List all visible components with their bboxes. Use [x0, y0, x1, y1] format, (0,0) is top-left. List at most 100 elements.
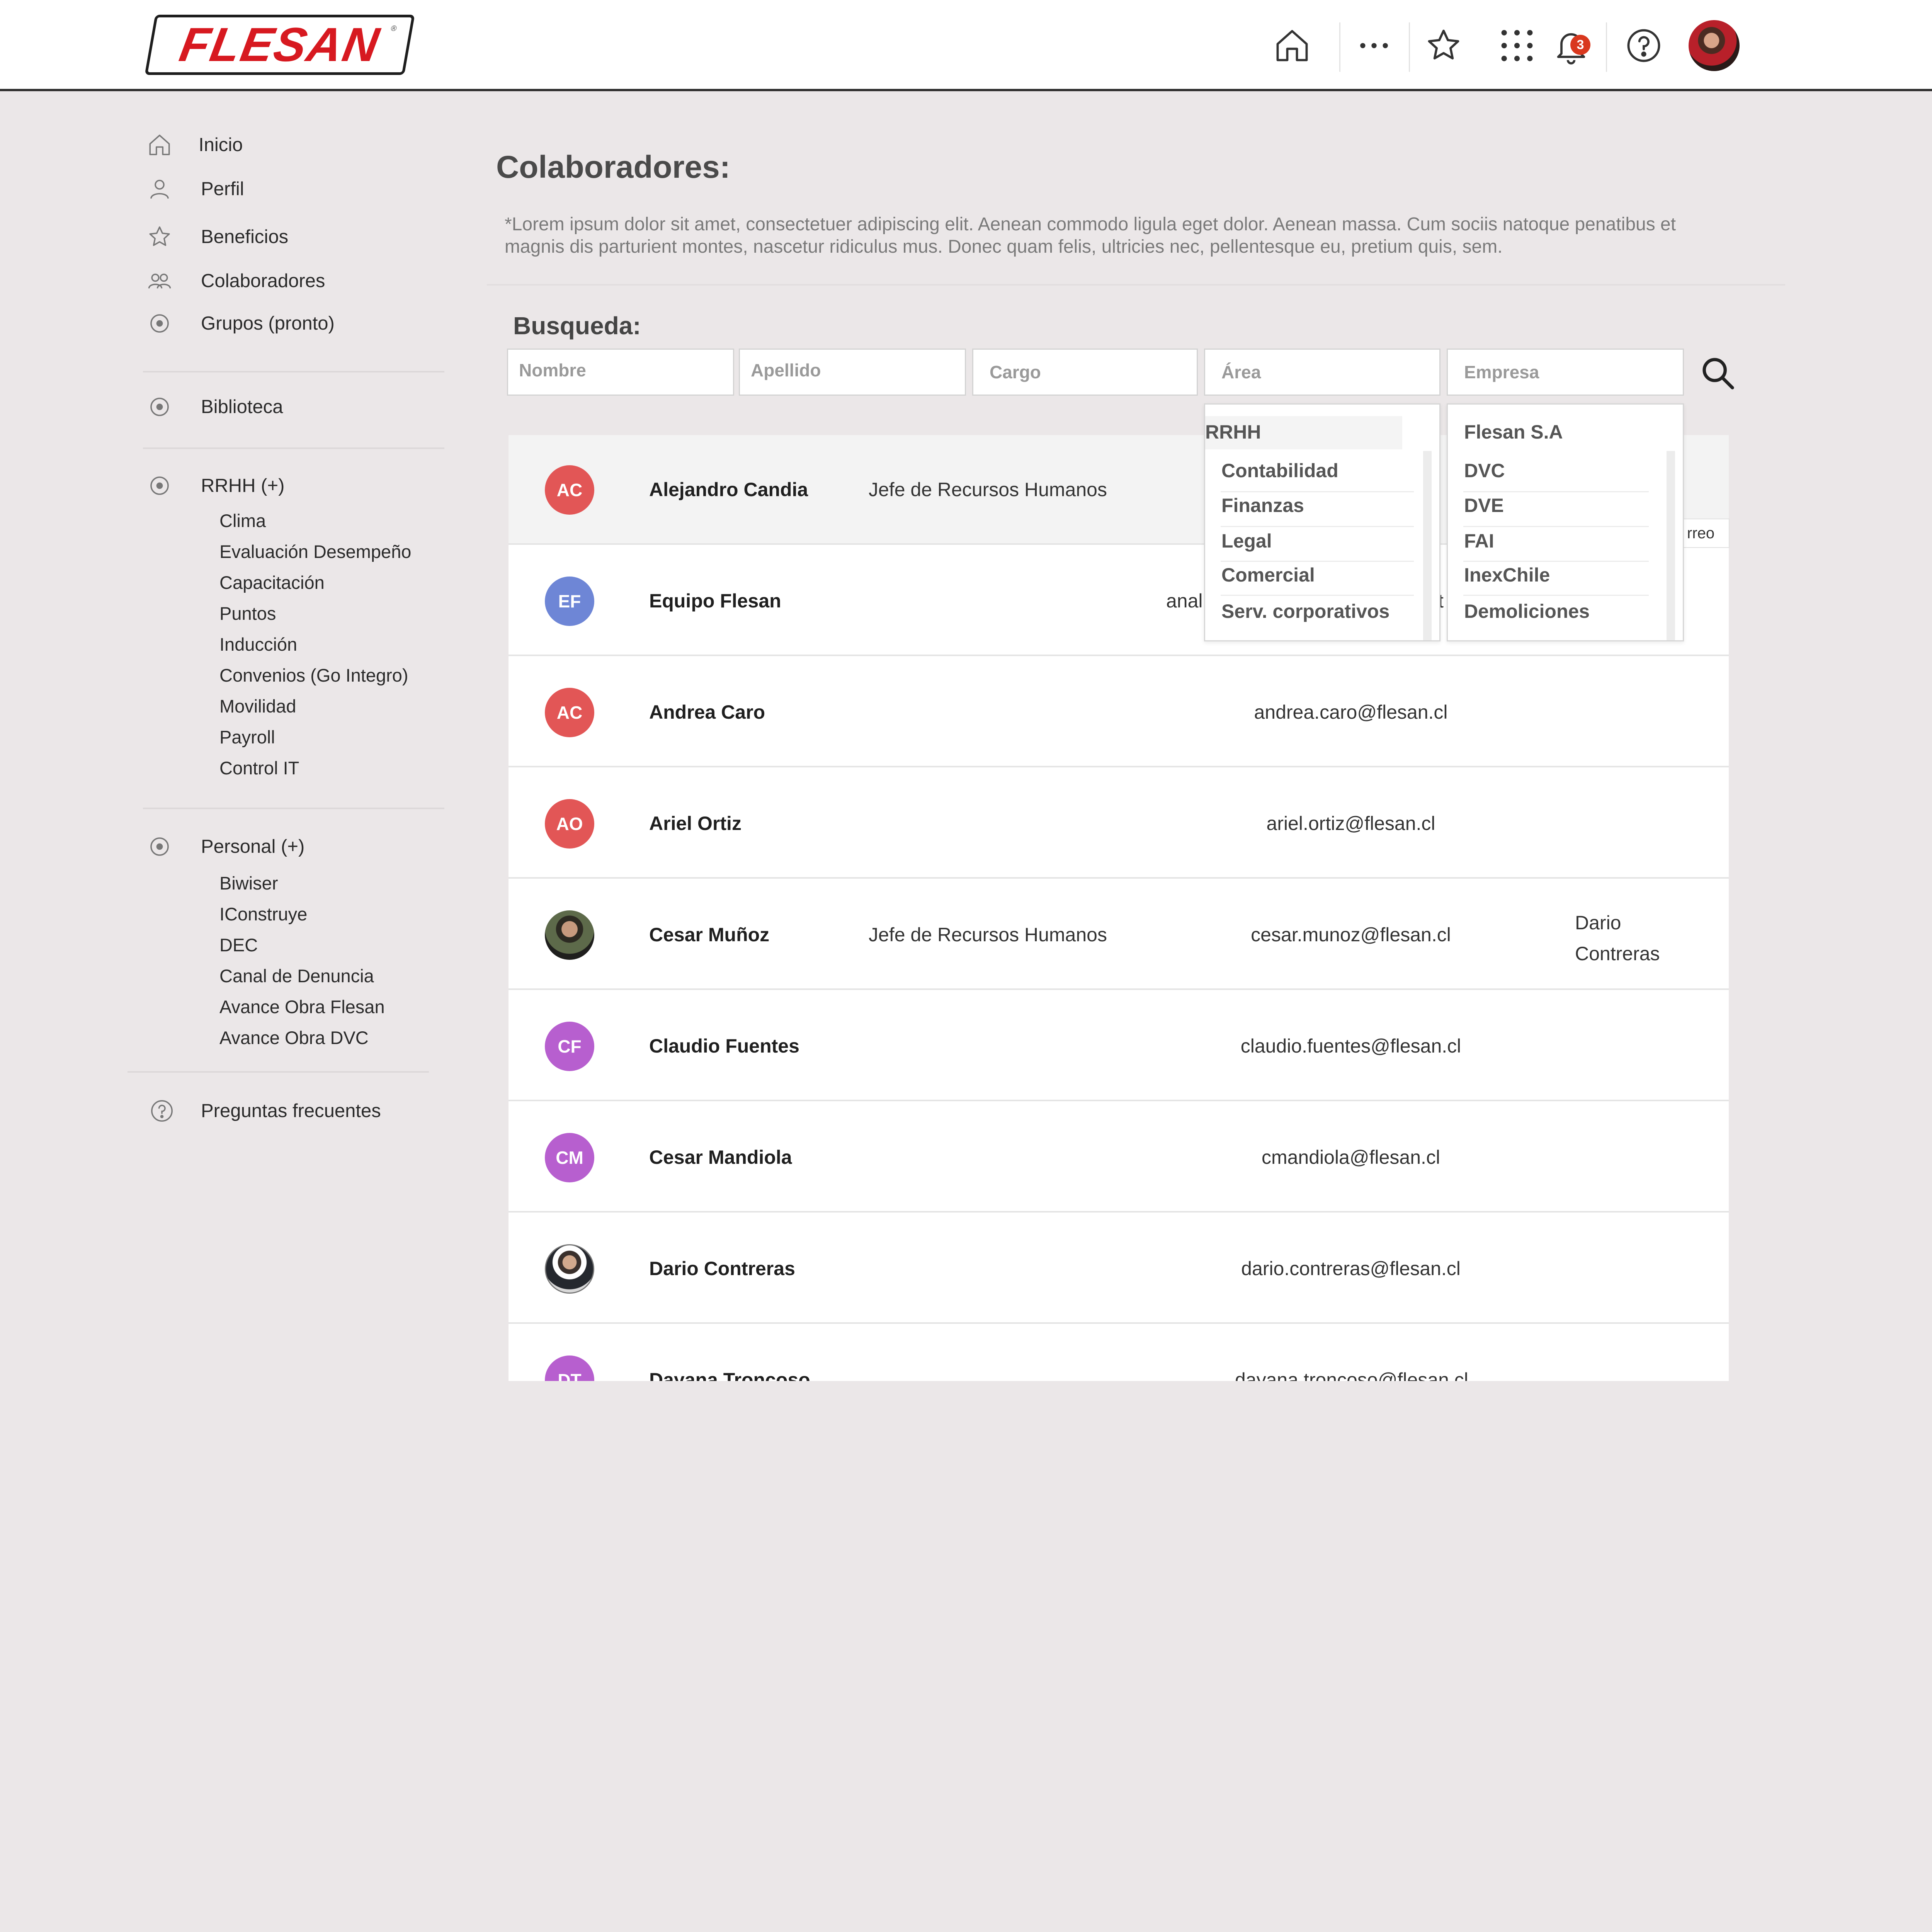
- area-select[interactable]: Área: [1204, 349, 1440, 396]
- sidebar-subitem-avance-dvc[interactable]: Avance Obra DVC: [219, 1027, 369, 1048]
- avatar: CM: [545, 1133, 594, 1182]
- sidebar-divider: [143, 371, 444, 372]
- sidebar-subitem-evaluacion[interactable]: Evaluación Desempeño: [219, 541, 411, 562]
- collaborator-email[interactable]: claudio.fuentes@flesan.cl: [1235, 1035, 1467, 1057]
- dropdown-option[interactable]: FAI: [1464, 530, 1494, 552]
- more-horizontal-icon[interactable]: [1351, 22, 1397, 69]
- dropdown-separator: [1221, 595, 1414, 596]
- cargo-input[interactable]: Cargo: [972, 349, 1198, 396]
- table-row[interactable]: CM Cesar Mandiola cmandiola@flesan.cl: [509, 1103, 1729, 1213]
- sidebar-item-label: Colaboradores: [201, 270, 325, 291]
- table-row[interactable]: CF Claudio Fuentes claudio.fuentes@flesa…: [509, 992, 1729, 1101]
- table-row[interactable]: DT Dayana Troncoso dayana.troncoso@flesa…: [509, 1325, 1729, 1381]
- table-row[interactable]: Dario Contreras dario.contreras@flesan.c…: [509, 1214, 1729, 1324]
- sidebar-subitem-dec[interactable]: DEC: [219, 934, 258, 956]
- avatar-photo: [545, 910, 594, 960]
- sidebar-subitem-control-it[interactable]: Control IT: [219, 757, 299, 779]
- apps-grid-icon[interactable]: [1494, 22, 1540, 69]
- radio-icon: [146, 472, 173, 499]
- dropdown-separator: [1221, 526, 1414, 527]
- collaborator-name[interactable]: Claudio Fuentes: [649, 1035, 799, 1057]
- search-label: Busqueda:: [513, 312, 641, 340]
- collaborator-name[interactable]: Dario Contreras: [649, 1257, 795, 1280]
- collaborator-name[interactable]: Andrea Caro: [649, 701, 765, 723]
- dropdown-separator: [1463, 491, 1649, 492]
- table-row[interactable]: Cesar Muñoz Jefe de Recursos Humanos ces…: [509, 880, 1729, 990]
- sidebar-subitem-puntos[interactable]: Puntos: [219, 603, 276, 624]
- collaborator-name[interactable]: Cesar Muñoz: [649, 923, 769, 946]
- section-divider: [487, 284, 1785, 286]
- home-icon[interactable]: [1269, 22, 1315, 69]
- user-avatar[interactable]: [1689, 20, 1740, 71]
- flesan-logo[interactable]: FLESAN ®: [145, 15, 415, 75]
- collaborator-email[interactable]: dario.contreras@flesan.cl: [1235, 1257, 1467, 1280]
- logo-text: FLESAN: [175, 18, 384, 71]
- dropdown-option[interactable]: Comercial: [1221, 564, 1315, 586]
- collaborator-cargo: Jefe de Recursos Humanos: [869, 479, 1107, 500]
- column-header-fragment: rreo: [1683, 519, 1730, 548]
- dropdown-option[interactable]: InexChile: [1464, 564, 1550, 586]
- collaborator-name[interactable]: Alejandro Candia: [649, 478, 808, 501]
- top-header: FLESAN ® 3: [0, 0, 1932, 91]
- page-title: Colaboradores:: [496, 150, 730, 185]
- avatar: EF: [545, 577, 594, 626]
- sidebar-subitem-payroll[interactable]: Payroll: [219, 726, 275, 748]
- sidebar-item-label: RRHH (+): [201, 475, 285, 496]
- dropdown-option[interactable]: DVC: [1464, 459, 1505, 482]
- collaborator-name[interactable]: Dayana Troncoso: [649, 1369, 810, 1381]
- collaborator-name[interactable]: Equipo Flesan: [649, 590, 781, 612]
- sidebar-subitem-canal-denuncia[interactable]: Canal de Denuncia: [219, 965, 374, 986]
- user-icon: [146, 175, 173, 202]
- nombre-input[interactable]: Nombre: [507, 349, 734, 396]
- avatar: AO: [545, 799, 594, 849]
- dropdown-option[interactable]: Serv. corporativos: [1221, 600, 1389, 622]
- dropdown-option[interactable]: Finanzas: [1221, 494, 1304, 517]
- sidebar-subitem-clima[interactable]: Clima: [219, 510, 266, 531]
- dropdown-option[interactable]: Legal: [1221, 530, 1272, 552]
- header-divider: [1339, 22, 1340, 72]
- empresa-select[interactable]: Empresa: [1447, 349, 1684, 396]
- sidebar-item-label: Grupos (pronto): [201, 313, 335, 334]
- sidebar-item-label: Inicio: [199, 134, 243, 155]
- collaborator-jefe[interactable]: Dario Contreras: [1575, 907, 1691, 969]
- sidebar-item-label: Perfil: [201, 179, 244, 199]
- avatar: AC: [545, 465, 594, 515]
- collaborator-cargo: Jefe de Recursos Humanos: [869, 924, 1107, 946]
- sidebar-subitem-movilidad[interactable]: Movilidad: [219, 696, 296, 717]
- sidebar-subitem-induccion[interactable]: Inducción: [219, 634, 297, 655]
- sidebar-subitem-capacitacion[interactable]: Capacitación: [219, 572, 325, 593]
- dropdown-separator: [1463, 595, 1649, 596]
- empresa-dropdown: Flesan S.A DVC DVE FAI InexChile Demolic…: [1447, 403, 1684, 641]
- dropdown-option[interactable]: Contabilidad: [1221, 459, 1338, 482]
- apellido-input[interactable]: Apellido: [739, 349, 966, 396]
- star-icon[interactable]: [1420, 22, 1467, 69]
- collaborator-email[interactable]: cesar.munoz@flesan.cl: [1235, 923, 1467, 946]
- collaborator-email[interactable]: dayana.troncoso@flesan.cl: [1235, 1369, 1468, 1381]
- dropdown-option[interactable]: DVE: [1464, 494, 1504, 517]
- sidebar-subitem-biwiser[interactable]: Biwiser: [219, 872, 278, 894]
- table-row[interactable]: AC Andrea Caro andrea.caro@flesan.cl: [509, 658, 1729, 767]
- collaborator-email[interactable]: cmandiola@flesan.cl: [1235, 1146, 1467, 1168]
- radio-icon: [146, 393, 173, 420]
- dropdown-scrollbar[interactable]: [1423, 451, 1432, 640]
- dropdown-option[interactable]: RRHH: [1205, 421, 1261, 443]
- users-icon: [146, 267, 173, 294]
- dropdown-option[interactable]: Flesan S.A: [1464, 421, 1563, 443]
- search-icon[interactable]: [1699, 354, 1737, 393]
- intro-text: *Lorem ipsum dolor sit amet, consectetue…: [505, 214, 1676, 257]
- star-icon: [146, 223, 173, 250]
- collaborator-name[interactable]: Cesar Mandiola: [649, 1146, 792, 1168]
- table-row[interactable]: AO Ariel Ortiz ariel.ortiz@flesan.cl: [509, 769, 1729, 879]
- sidebar-subitem-iconstruye[interactable]: IConstruye: [219, 903, 307, 925]
- area-dropdown: RRHH Contabilidad Finanzas Legal Comerci…: [1204, 403, 1440, 641]
- sidebar-subitem-convenios[interactable]: Convenios (Go Integro): [219, 665, 408, 686]
- sidebar-item-label: Preguntas frecuentes: [201, 1100, 381, 1121]
- sidebar-subitem-avance-flesan[interactable]: Avance Obra Flesan: [219, 996, 385, 1017]
- dropdown-scrollbar[interactable]: [1667, 451, 1675, 640]
- dropdown-option[interactable]: Demoliciones: [1464, 600, 1590, 622]
- collaborator-email[interactable]: ariel.ortiz@flesan.cl: [1235, 812, 1467, 835]
- collaborator-name[interactable]: Ariel Ortiz: [649, 812, 742, 835]
- sidebar-divider: [128, 1071, 429, 1073]
- collaborator-email[interactable]: andrea.caro@flesan.cl: [1235, 701, 1467, 723]
- help-icon[interactable]: [1621, 22, 1667, 69]
